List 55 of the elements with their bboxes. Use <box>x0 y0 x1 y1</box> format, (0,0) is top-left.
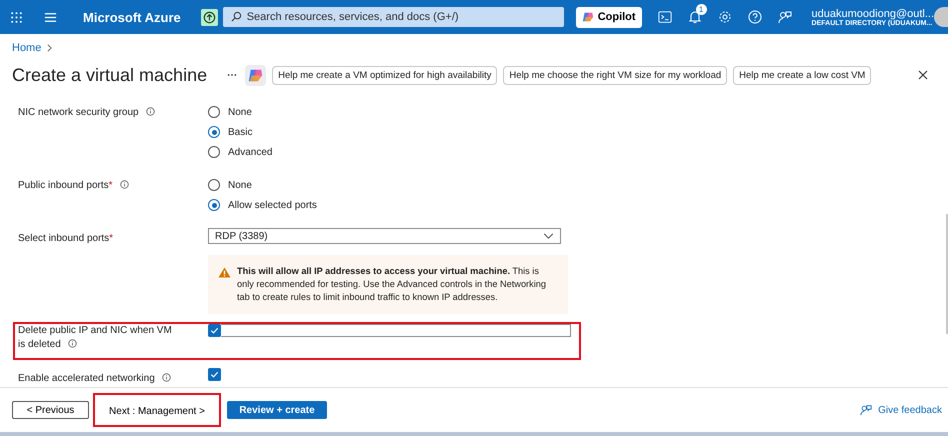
checkbox[interactable] <box>208 324 221 337</box>
notification-count: 1 <box>696 4 707 15</box>
warning-icon <box>218 267 231 278</box>
chevron-down-icon <box>543 233 554 239</box>
menu-icon[interactable] <box>44 10 57 24</box>
field-label: NIC network security group <box>18 106 178 120</box>
avatar[interactable] <box>934 7 948 27</box>
page-title: Create a virtual machine <box>12 64 208 86</box>
suggestion-chip[interactable]: Help me create a VM optimized for high availability <box>272 66 498 84</box>
info-icon[interactable] <box>68 339 77 348</box>
copilot-icon <box>582 11 594 23</box>
bell-icon[interactable] <box>688 10 702 24</box>
upgrade-icon[interactable] <box>200 8 218 26</box>
checkmark-icon <box>209 369 220 380</box>
radio-label[interactable]: Allow selected ports <box>228 200 317 210</box>
info-icon[interactable] <box>120 180 129 189</box>
checkbox[interactable] <box>208 368 221 381</box>
suggestion-chip[interactable]: Help me choose the right VM size for my workload <box>503 66 728 84</box>
suggestion-chip[interactable]: Help me create a low cost VM <box>733 66 872 84</box>
close-icon[interactable] <box>918 70 928 80</box>
radio-button[interactable] <box>208 146 220 158</box>
settings-icon[interactable] <box>718 10 732 24</box>
radio-button[interactable] <box>208 179 220 191</box>
help-icon[interactable] <box>748 10 762 24</box>
user-name[interactable]: uduakumoodiong@outl... <box>812 8 934 20</box>
warning-text: This will allow all IP addresses to access your virtual machine. This is only recommended for testing. Use the Advanced controls in the Networking tab to create rules to limit inbound traffic to known IP addresses. <box>237 265 547 304</box>
dropdown[interactable]: RDP (3389) <box>208 228 561 244</box>
radio-label[interactable]: None <box>228 106 252 118</box>
previous-button[interactable]: < Previous <box>12 401 89 419</box>
radio-button[interactable] <box>208 199 220 211</box>
give-feedback-link[interactable]: Give feedback <box>878 404 942 416</box>
radio-button[interactable] <box>208 126 220 138</box>
radio-label[interactable]: Advanced <box>228 146 272 158</box>
search-field[interactable]: Search resources, services, and docs (G+/) <box>222 7 564 27</box>
more-icon[interactable] <box>227 73 238 77</box>
radio-label[interactable]: None <box>228 180 252 190</box>
app-launcher-icon[interactable] <box>10 10 23 24</box>
radio-label[interactable]: Basic <box>228 126 252 138</box>
copilot-logo-icon <box>245 64 266 86</box>
info-icon[interactable] <box>146 107 155 116</box>
copilot-button[interactable]: Copilot <box>576 6 642 28</box>
chevron-icon <box>47 44 52 52</box>
field-label: Select inbound ports* <box>18 232 114 246</box>
field-label: Delete public IP and NIC when VM is deleted <box>18 324 173 352</box>
feedback-icon[interactable] <box>860 404 872 416</box>
brand-name[interactable]: Microsoft Azure <box>83 10 181 24</box>
radio-button[interactable] <box>208 106 220 118</box>
breadcrumb-link[interactable]: Home <box>12 42 42 54</box>
review-create-button[interactable]: Review + create <box>227 401 327 419</box>
field-label: Public inbound ports* <box>18 179 178 193</box>
field-label: Enable accelerated networking <box>18 372 178 386</box>
input-field[interactable] <box>221 324 571 337</box>
terminal-icon[interactable] <box>658 10 672 24</box>
info-icon[interactable] <box>162 373 171 382</box>
checkmark-icon <box>209 325 220 336</box>
